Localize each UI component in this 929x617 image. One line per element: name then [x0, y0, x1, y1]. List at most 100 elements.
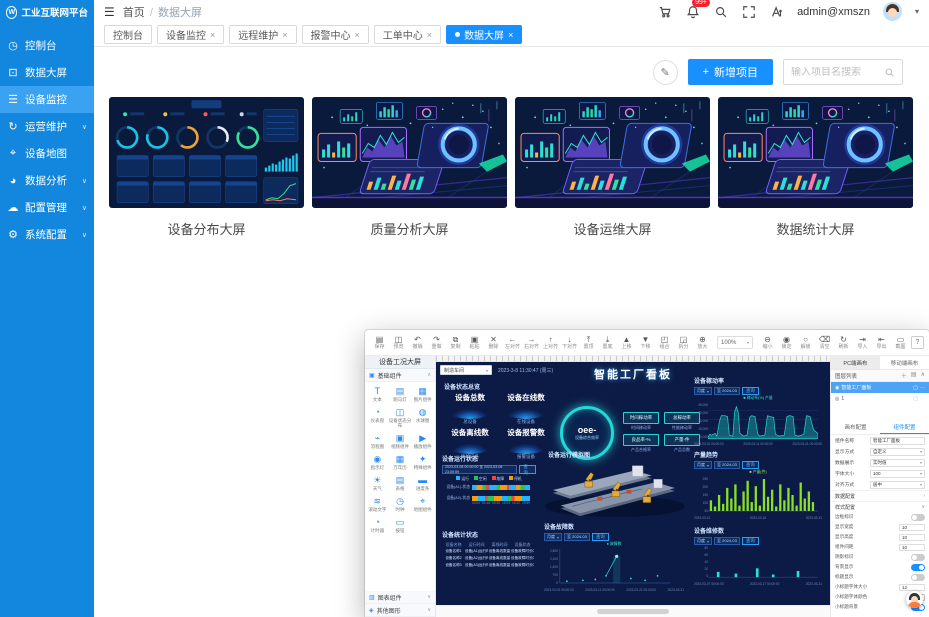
period-select[interactable]: 月度▾ [694, 537, 712, 545]
username[interactable]: admin@xmszn [797, 6, 870, 18]
query-button[interactable]: 查询 [742, 461, 759, 469]
component-item[interactable]: ◍ 水球图 [411, 407, 434, 428]
component-item[interactable]: ✦ 特殊组件 [411, 454, 434, 470]
font-size-select[interactable]: 100▾ [870, 470, 925, 478]
close-icon[interactable]: × [427, 30, 432, 40]
style-config-section[interactable]: 样式配置∨ [831, 501, 929, 512]
component-item[interactable]: T 文本 [366, 386, 389, 402]
close-icon[interactable]: × [282, 30, 287, 40]
border-toggle[interactable] [911, 514, 925, 521]
align-select[interactable]: 居中▾ [870, 481, 925, 489]
period-select[interactable]: 月度▾ [694, 461, 712, 469]
toolbar-tool[interactable]: ⊖ 缩小 [758, 335, 777, 350]
data-config-section[interactable]: 数据配置› [831, 490, 929, 501]
sidebar-item-device-monitor[interactable]: ☰设备监控 [0, 86, 94, 113]
toolbar-tool[interactable]: ⌫ 清空 [815, 335, 834, 350]
user-menu-caret-icon[interactable]: ▾ [915, 7, 919, 16]
toolbar-tool[interactable]: ▣ 粘贴 [465, 335, 484, 350]
component-name-input[interactable]: 智能工厂面板 [870, 437, 925, 445]
card-data-statistics[interactable]: 数据统计大屏 [718, 97, 913, 238]
edit-mode-button[interactable]: ✎ [653, 60, 678, 85]
component-item[interactable]: ▦ 图片组件 [411, 386, 434, 402]
font-size-icon[interactable] [769, 4, 784, 19]
component-item[interactable]: ▦ 万年历 [389, 454, 412, 470]
fullscreen-icon[interactable] [741, 4, 756, 19]
tab-canvas-config[interactable]: 画布配置 [831, 422, 880, 434]
card-quality-analysis[interactable]: 质量分析大屏 [312, 97, 507, 238]
search-icon[interactable] [713, 4, 728, 19]
workshop-select[interactable]: 制造车间▾ [440, 365, 492, 375]
collapse-icon[interactable]: ∧ [921, 371, 925, 380]
sidebar-item-config-mgmt[interactable]: ☁配置管理∨ [0, 194, 94, 221]
toolbar-tool[interactable]: ▼ 下移 [636, 335, 655, 350]
component-item[interactable]: ⌁ 流程图 [366, 433, 389, 449]
title-toggle[interactable] [911, 574, 925, 581]
tab-alarm-center[interactable]: 报警中心× [302, 25, 369, 44]
cart-icon[interactable] [657, 4, 672, 19]
toolbar-tool[interactable]: ⇤ 导出 [872, 335, 891, 350]
toolbar-tool[interactable]: ⊕ 放大 [693, 335, 712, 350]
tab-remote-maintain[interactable]: 远程维护× [229, 25, 296, 44]
shadow-toggle[interactable] [911, 554, 925, 561]
close-icon[interactable]: × [508, 30, 513, 40]
toolbar-tool[interactable]: ▭ 截图 [891, 335, 910, 350]
sidebar-item-console[interactable]: ◷控制台 [0, 32, 94, 59]
tab-mobile-canvas[interactable]: 移动端画布 [880, 356, 929, 369]
layer-item[interactable]: ◎ 1 ▢⋯ [831, 393, 929, 404]
toolbar-tool[interactable]: ↷ 重做 [427, 335, 446, 350]
tab-workorder-center[interactable]: 工单中心× [374, 25, 441, 44]
toolbar-tool[interactable]: ○ 解锁 [796, 335, 815, 350]
component-item[interactable]: ◉ 指示灯 [366, 454, 389, 470]
floating-assistant-avatar[interactable] [906, 591, 923, 608]
add-layer-icon[interactable]: ＋ [901, 371, 907, 380]
close-icon[interactable]: × [355, 30, 360, 40]
help-button[interactable]: ? [911, 336, 924, 349]
component-item[interactable]: ▭ 按钮 [389, 517, 412, 533]
more-icon[interactable]: ⋯ [920, 385, 925, 391]
component-item[interactable]: ◔ 仪表盘 [366, 407, 389, 428]
search-icon[interactable] [884, 67, 895, 78]
toolbar-tool[interactable]: ↑ 上对齐 [541, 335, 560, 350]
tab-device-monitor[interactable]: 设备监控× [157, 25, 224, 44]
section-chart-components[interactable]: ▥ 图表组件 ∨ [365, 591, 435, 604]
toolbar-tool[interactable]: ▤ 保存 [370, 335, 389, 350]
period-select[interactable]: 月度▾ [694, 387, 712, 395]
user-avatar[interactable] [883, 2, 902, 21]
date-input[interactable]: 至 2024-03 [714, 387, 740, 395]
add-project-button[interactable]: +新增项目 [688, 59, 773, 85]
sidebar-item-operation[interactable]: ↻运营维护∨ [0, 113, 94, 140]
bell-icon[interactable]: 99+ [685, 4, 700, 19]
display-mode-select[interactable]: 自定义▾ [870, 448, 925, 456]
component-item[interactable]: ▤ 跑马灯 [389, 386, 412, 402]
card-device-distribution[interactable]: 设备分布大屏 [109, 97, 304, 238]
breadcrumb-home[interactable]: 首页 [123, 7, 145, 19]
toolbar-tool[interactable]: ⧉ 复制 [446, 335, 465, 350]
width-input[interactable]: 10 [899, 524, 925, 531]
component-item[interactable]: ☀ 天气 [366, 475, 389, 491]
horizontal-scrollbar[interactable] [597, 609, 669, 614]
toolbar-tool[interactable]: ⤓ 置底 [598, 335, 617, 350]
toolbar-tool[interactable]: ✕ 删除 [484, 335, 503, 350]
tab-pc-canvas[interactable]: PC端画布 [831, 356, 880, 369]
component-item[interactable]: ◫ 设备状态分布 [389, 407, 412, 428]
component-item[interactable]: ◔ 计时器 [366, 517, 389, 533]
component-item[interactable]: ▤ 表格 [389, 475, 412, 491]
toolbar-tool[interactable]: ◲ 拆分 [674, 335, 693, 350]
toolbar-tool[interactable]: ↓ 下对齐 [560, 335, 579, 350]
section-other-shapes[interactable]: ◈ 其他图形 ∨ [365, 604, 435, 617]
toolbar-tool[interactable]: ⇥ 导入 [853, 335, 872, 350]
date-input[interactable]: 至 2024-03 [564, 533, 590, 541]
section-basic-components[interactable]: ▣ 基础组件 ∧ [365, 369, 435, 382]
toolbar-tool[interactable]: ◫ 预览 [389, 335, 408, 350]
date-range-input[interactable]: 2023-03-08 00:00:00 至 2023-03-08 23:59:5… [442, 465, 517, 474]
lock-icon[interactable]: ▢ [913, 396, 918, 402]
project-search-input[interactable] [791, 67, 879, 78]
query-button[interactable]: 查询 [592, 533, 609, 541]
more-icon[interactable]: ⋯ [920, 396, 925, 402]
card-device-ops[interactable]: 设备运维大屏 [515, 97, 710, 238]
height-input[interactable]: 10 [899, 534, 925, 541]
toolbar-tool[interactable]: ◉ 锁定 [777, 335, 796, 350]
component-item[interactable]: ≋ 滚动文字 [366, 496, 389, 512]
tab-component-config[interactable]: 组件配置 [880, 422, 929, 434]
sidebar-item-datascreen[interactable]: ⊡数据大屏 [0, 59, 94, 86]
